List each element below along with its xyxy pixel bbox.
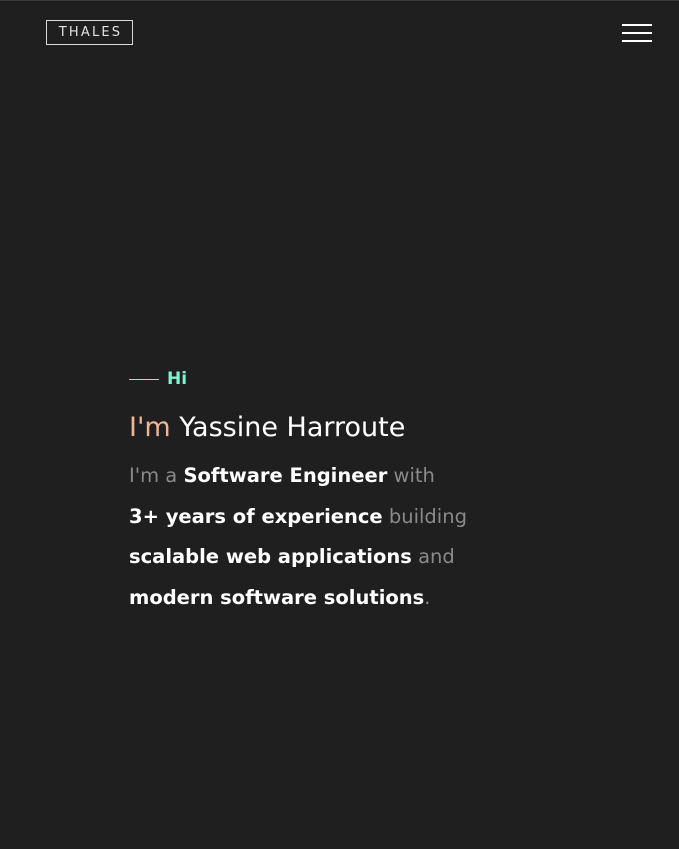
bio-text: I'm a	[129, 464, 178, 487]
bio-line-3: scalable web applications and	[129, 537, 549, 578]
greeting-text: Hi	[167, 369, 188, 389]
bio-period: .	[424, 585, 431, 609]
menu-bar-bottom	[622, 40, 652, 42]
top-border	[0, 0, 679, 1]
person-name: Yassine Harroute	[179, 412, 406, 443]
bio-highlight: Software Engineer	[183, 464, 388, 487]
logo-text: THALES	[58, 25, 123, 40]
hero-section: Hi I'm Yassine Harroute I'm a Software E…	[129, 366, 549, 618]
bio-paragraph: I'm a Software Engineer with 3+ years of…	[129, 456, 549, 618]
site-logo[interactable]: THALES	[46, 20, 133, 45]
name-prefix: I'm	[129, 412, 171, 443]
greeting-row: Hi	[129, 366, 549, 392]
bio-line-1: I'm a Software Engineer with	[129, 456, 549, 497]
menu-bar-top	[622, 24, 652, 26]
greeting-line-decoration	[129, 378, 159, 380]
bio-text: and	[418, 545, 455, 568]
bio-highlight: 3+ years of experience	[129, 504, 383, 528]
bio-text: building	[388, 504, 467, 528]
bio-highlight: modern software solutions	[129, 585, 425, 609]
bio-line-4: modern software solutions.	[129, 578, 549, 619]
menu-bar-middle	[622, 32, 652, 34]
hamburger-menu-icon[interactable]	[622, 24, 652, 44]
bio-line-2: 3+ years of experience building	[129, 497, 549, 538]
bio-text: with	[393, 464, 435, 487]
hero-title: I'm Yassine Harroute	[129, 411, 549, 445]
bio-highlight: scalable web applications	[129, 545, 412, 568]
